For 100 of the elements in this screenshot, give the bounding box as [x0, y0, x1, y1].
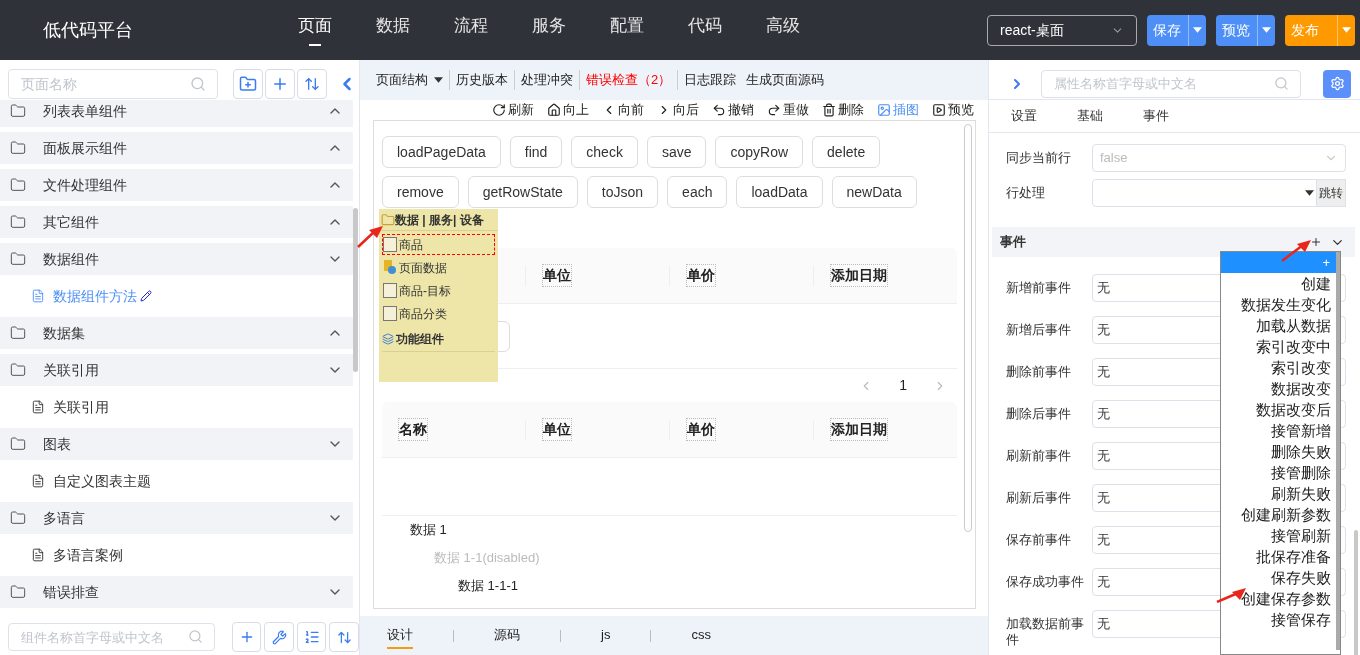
nav-tab[interactable]: 服务	[532, 12, 566, 48]
property-tab[interactable]: 设置	[1011, 106, 1037, 126]
method-button[interactable]: loadPageData	[382, 136, 501, 168]
method-button[interactable]: each	[667, 176, 728, 208]
tree-group[interactable]: 列表表单组件	[0, 100, 353, 127]
dropdown-item[interactable]: 数据改变后	[1221, 399, 1336, 420]
select-field[interactable]	[1092, 178, 1317, 207]
add-folder-button[interactable]	[233, 69, 263, 99]
dropdown-item[interactable]: 刷新失败	[1221, 483, 1336, 504]
dropdown-item[interactable]: 接管保存	[1221, 609, 1336, 630]
toolbar-link[interactable]: 处理冲突	[521, 70, 573, 90]
editor-tab[interactable]: 源码	[494, 622, 520, 649]
action-button[interactable]: 撤销	[712, 100, 754, 120]
tree-item[interactable]: 多语言案例	[0, 534, 353, 576]
tree-group[interactable]: 数据组件	[0, 243, 353, 275]
tree-node[interactable]: 数据 1	[410, 520, 447, 540]
dropdown-item[interactable]: 删除失败	[1221, 441, 1336, 462]
popup-item[interactable]: 商品-目标	[382, 280, 495, 301]
project-select[interactable]: react-桌面	[987, 14, 1137, 46]
section-header[interactable]: 事件	[992, 227, 1355, 257]
add-button[interactable]	[231, 622, 262, 652]
method-button[interactable]: remove	[382, 176, 459, 208]
search-field[interactable]: 属性名称首字母或中文名	[1041, 69, 1301, 98]
tree-group[interactable]: 图表	[0, 428, 353, 460]
nav-tab[interactable]: 高级	[766, 12, 800, 48]
dropdown-item[interactable]: 索引改变	[1221, 357, 1336, 378]
list-button[interactable]	[296, 622, 327, 652]
dropdown-item[interactable]: 保存失败	[1221, 567, 1336, 588]
property-tab[interactable]: 事件	[1143, 106, 1169, 126]
method-button[interactable]: loadData	[736, 176, 823, 208]
popup-item[interactable]: 页面数据	[382, 257, 495, 278]
edit-icon[interactable]	[140, 290, 152, 302]
scrollbar[interactable]	[964, 124, 972, 532]
action-button[interactable]: 删除	[822, 100, 864, 120]
tree-group[interactable]: 面板展示组件	[0, 132, 353, 164]
action-button[interactable]: 刷新	[492, 100, 534, 120]
method-button[interactable]: copyRow	[715, 136, 804, 168]
editor-tab[interactable]: 设计	[387, 622, 413, 649]
tree-group[interactable]: 文件处理组件	[0, 169, 353, 201]
method-button[interactable]: delete	[812, 136, 881, 168]
jump-button[interactable]: 跳转	[1317, 178, 1346, 207]
nav-tab[interactable]: 页面	[298, 12, 332, 48]
folder-icon	[10, 584, 26, 600]
folder-icon	[10, 103, 26, 119]
sort-icon	[336, 629, 352, 645]
popup-item[interactable]: 商品	[382, 234, 495, 255]
column-header: 单价	[686, 418, 716, 441]
plus-icon	[271, 75, 289, 93]
tree-group[interactable]: 其它组件	[0, 206, 353, 238]
action-button[interactable]: 向上	[547, 100, 589, 120]
dropdown-item[interactable]: 加载从数据	[1221, 315, 1336, 336]
method-button[interactable]: toJson	[586, 176, 659, 208]
tree-item[interactable]: 自定义图表主题	[0, 460, 353, 502]
settings-button[interactable]	[1323, 69, 1351, 98]
add-button[interactable]	[265, 69, 295, 99]
add-icon[interactable]	[1310, 236, 1322, 248]
sort-button[interactable]	[297, 69, 327, 99]
column-header: 单价	[686, 264, 716, 287]
search-field[interactable]: 组件名称首字母或中文名	[8, 623, 215, 651]
dropdown-item[interactable]: 创建	[1221, 273, 1336, 294]
method-button[interactable]: newData	[831, 176, 917, 208]
tree-item[interactable]: 关联引用	[0, 386, 353, 428]
folder-icon	[10, 510, 26, 526]
scrollbar[interactable]	[1336, 252, 1340, 650]
action-button[interactable]: 向后	[657, 100, 699, 120]
toolbar-link[interactable]: 页面结构	[376, 70, 428, 90]
caret-icon	[1193, 27, 1202, 33]
action-button[interactable]: 重做	[767, 100, 809, 120]
dropdown-item[interactable]: 接管刷新	[1221, 525, 1336, 546]
search-field[interactable]: 页面名称	[8, 69, 218, 99]
tree-group[interactable]: 多语言	[0, 502, 353, 534]
popup-item[interactable]: 商品分类	[382, 303, 495, 324]
field-label: 刷新前事件	[1006, 447, 1072, 464]
toolbar-link[interactable]: 日志跟踪	[684, 70, 737, 90]
group-label: 关联引用	[43, 360, 99, 380]
toolbar-link[interactable]: 历史版本	[456, 70, 508, 90]
method-button[interactable]: check	[571, 136, 638, 168]
tree-group[interactable]: 关联引用	[0, 354, 353, 386]
tree-group[interactable]: 数据集	[0, 317, 353, 349]
nav-tab[interactable]: 数据	[376, 12, 410, 48]
editor-tab[interactable]: css	[691, 622, 711, 649]
method-button[interactable]: save	[646, 136, 707, 168]
scrollbar[interactable]	[353, 208, 358, 372]
tree-group[interactable]: 错误排查	[0, 576, 353, 608]
toolbar-link[interactable]: 错误检查（2）	[586, 70, 672, 90]
wrench-button[interactable]	[264, 622, 294, 652]
action-button[interactable]: 向前	[602, 100, 644, 120]
editor-tab[interactable]: js	[601, 622, 611, 649]
sort-button[interactable]	[329, 622, 359, 652]
nav-tab[interactable]: 配置	[610, 12, 644, 48]
toolbar-link[interactable]: 生成页面源码	[746, 70, 825, 90]
method-button[interactable]: getRowState	[467, 176, 578, 208]
action-button[interactable]: 预览	[932, 100, 974, 120]
property-tab[interactable]: 基础	[1077, 106, 1103, 126]
nav-tab[interactable]: 流程	[454, 12, 488, 48]
method-button[interactable]: find	[509, 136, 563, 168]
nav-tab[interactable]: 代码	[688, 12, 722, 48]
page-number[interactable]: 1	[899, 375, 907, 396]
popup-title: 数据 | 服务| 设备	[395, 211, 484, 229]
play-icon	[932, 103, 946, 117]
